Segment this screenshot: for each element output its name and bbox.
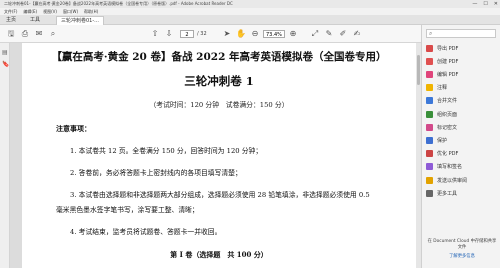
export-pdf-icon: [426, 44, 433, 52]
comment-icon: [426, 84, 433, 92]
tool-label: 合并文件: [437, 98, 458, 105]
tool-label: 导出 PDF: [437, 45, 459, 52]
menu-window[interactable]: 窗口(W): [63, 8, 78, 15]
menu-edit[interactable]: 编辑(E): [23, 8, 37, 15]
tool-label: 发送以供审阅: [437, 177, 468, 184]
window-title: 二轮冲刺卷01-【赢在高考·黄金20卷】备战2022年高考英语模拟卷（全国卷专用…: [4, 1, 233, 6]
menu-view[interactable]: 视图(V): [43, 8, 57, 15]
fit-page-icon[interactable]: ⤢: [310, 29, 320, 39]
tool-label: 标记密文: [437, 124, 458, 131]
search-icon: ⌕: [429, 30, 433, 37]
tools-pane: ⌕ 导出 PDF 创建 PDF 编辑 PDF 注释合并文件组织页面标记密文保护优化 P…: [421, 25, 500, 268]
tab-tools[interactable]: 工具: [30, 16, 40, 25]
page-number-input[interactable]: 2: [180, 30, 194, 38]
page-up-icon[interactable]: ⇧: [150, 29, 160, 39]
window-controls: — ☐ ✕: [472, 0, 498, 8]
part-heading: 第 I 卷（选择题 共 100 分）: [170, 250, 268, 259]
select-tool-icon[interactable]: ➤: [222, 29, 232, 39]
scrollbar-thumb[interactable]: [417, 55, 420, 85]
notice-item-1: 1. 本试卷共 12 页。全卷满分 150 分，回答时间为 120 分钟；: [70, 147, 263, 155]
send-review-icon: [426, 176, 433, 184]
navigation-rail: ▤ 🔖: [0, 43, 10, 268]
tool-item-create-pdf[interactable]: 创建 PDF: [426, 56, 498, 66]
fill-sign-icon: [426, 163, 433, 171]
more-tools-icon: [426, 189, 433, 197]
optimize-pdf-icon: [426, 150, 433, 158]
notice-item-3: 3. 本试卷由选择题和非选择题两大部分组成，选择题必须使用 28 铅笔填涂，非选…: [70, 191, 370, 199]
document-page: 【赢在高考·黄金 20 卷】备战 2022 年高考英语模拟卷（全国卷专用） 三轮…: [22, 43, 416, 268]
tool-item-edit-pdf[interactable]: 编辑 PDF: [426, 69, 498, 79]
tool-item-protect[interactable]: 保护: [426, 135, 498, 145]
close-button[interactable]: ✕: [494, 0, 498, 8]
tool-label: 填写和签名: [437, 164, 463, 171]
document-title: 【赢在高考·黄金 20 卷】备战 2022 年高考英语模拟卷（全国卷专用）: [51, 51, 387, 63]
organize-pages-icon: [426, 110, 433, 118]
thumbnails-icon[interactable]: ▤: [2, 49, 8, 56]
cloud-message: 在 Document Cloud 中存储和共享文件: [427, 239, 497, 250]
edit-pdf-icon: [426, 70, 433, 78]
maximize-button[interactable]: ☐: [483, 0, 487, 8]
zoom-in-icon[interactable]: ⊕: [288, 29, 298, 39]
exam-info: （考试时间：120 分钟 试卷满分：150 分）: [149, 101, 289, 109]
tools-search-input[interactable]: ⌕: [426, 29, 496, 38]
tool-item-redact[interactable]: 标记密文: [426, 122, 498, 132]
tool-label: 组织页面: [437, 111, 458, 118]
title-bar: 二轮冲刺卷01-【赢在高考·黄金20卷】备战2022年高考英语模拟卷（全国卷专用…: [0, 0, 500, 8]
notice-item-2: 2. 答卷前，务必将答题卡上密封线内的各项目填写清楚；: [70, 169, 242, 177]
protect-icon: [426, 136, 433, 144]
menu-help[interactable]: 帮助(H): [84, 8, 98, 15]
comment-toolbar-icon[interactable]: ✎: [324, 29, 334, 39]
learn-more-link[interactable]: 了解更多信息: [426, 253, 498, 259]
notice-heading: 注意事项：: [56, 124, 91, 133]
redact-icon: [426, 123, 433, 131]
tool-label: 注释: [437, 85, 448, 92]
tool-item-more-tools[interactable]: 更多工具: [426, 188, 498, 198]
menu-bar: 文件(F) 编辑(E) 视图(V) 窗口(W) 帮助(H): [0, 8, 500, 15]
save-icon[interactable]: 🖫: [6, 29, 16, 39]
notice-item-3-continued: 毫米黑色墨水签字笔书写，涂写要工整、清晰；: [56, 206, 199, 214]
document-subtitle: 三轮冲刺卷 1: [184, 74, 254, 88]
tab-bar: 主页 工具 三轮冲刺卷01-...: [0, 15, 500, 25]
create-pdf-icon: [426, 57, 433, 65]
tool-item-export-pdf[interactable]: 导出 PDF: [426, 43, 498, 53]
print-icon[interactable]: ⎙: [20, 29, 30, 39]
tool-label: 编辑 PDF: [437, 71, 459, 78]
search-icon[interactable]: ⌕: [48, 29, 58, 39]
tab-home[interactable]: 主页: [6, 16, 16, 25]
mail-icon[interactable]: ✉: [34, 29, 44, 39]
page-down-icon[interactable]: ⇩: [164, 29, 174, 39]
tool-label: 更多工具: [437, 190, 458, 197]
tool-item-send-review[interactable]: 发送以供审阅: [426, 175, 498, 185]
tool-item-comment[interactable]: 注释: [426, 83, 498, 93]
tool-item-combine-files[interactable]: 合并文件: [426, 96, 498, 106]
sign-icon[interactable]: ✍: [352, 29, 362, 39]
tool-label: 优化 PDF: [437, 151, 459, 158]
bookmarks-icon[interactable]: 🔖: [2, 61, 9, 68]
menu-file[interactable]: 文件(F): [4, 8, 17, 15]
zoom-out-icon[interactable]: ⊖: [250, 29, 260, 39]
tool-item-fill-sign[interactable]: 填写和签名: [426, 162, 498, 172]
minimize-button[interactable]: —: [472, 0, 477, 8]
tool-item-optimize-pdf[interactable]: 优化 PDF: [426, 149, 498, 159]
notice-item-4: 4. 考试结束，监考员将试题卷、答题卡一并收回。: [70, 228, 222, 236]
tool-label: 创建 PDF: [437, 58, 459, 65]
combine-files-icon: [426, 97, 433, 105]
tool-item-organize-pages[interactable]: 组织页面: [426, 109, 498, 119]
tool-label: 保护: [437, 137, 448, 144]
zoom-level-select[interactable]: 73.4%: [263, 30, 285, 38]
highlight-icon[interactable]: ✐: [338, 29, 348, 39]
tab-document[interactable]: 三轮冲刺卷01-...: [56, 16, 104, 25]
hand-tool-icon[interactable]: ✋: [236, 29, 246, 39]
page-total: / 32: [197, 31, 207, 37]
